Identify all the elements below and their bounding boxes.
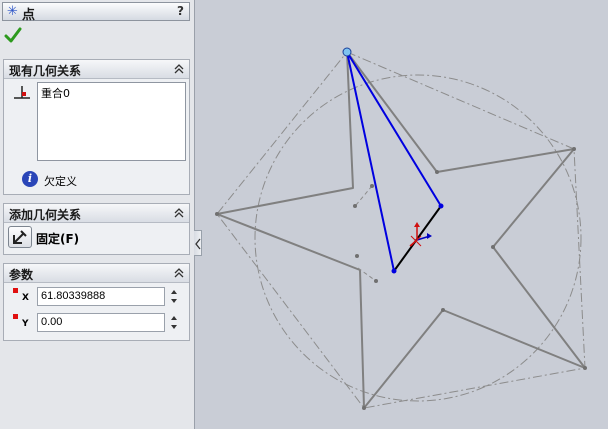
sketch-endpoint[interactable] <box>572 147 576 151</box>
y-coordinate-icon: Y <box>13 314 29 330</box>
list-item[interactable]: 重合0 <box>41 85 70 101</box>
collapse-icon[interactable] <box>173 267 185 279</box>
x-subscript: X <box>22 293 29 303</box>
fix-button[interactable] <box>8 226 32 248</box>
y-square-icon <box>13 314 18 319</box>
checkmark-icon[interactable] <box>4 26 22 44</box>
collapse-icon[interactable] <box>173 207 185 219</box>
sketch-endpoint[interactable] <box>435 170 439 174</box>
selected-line[interactable] <box>346 51 442 207</box>
existing-relations-section: 现有几何关系 重合0 i 欠定义 <box>3 59 190 195</box>
y-spinner[interactable] <box>168 313 180 332</box>
property-manager-panel: ✳ 点 ? 现有几何关系 重合0 i 欠定义 添加几何关系 固定(F) 参数 X… <box>0 0 195 429</box>
sketch-endpoint[interactable] <box>583 366 587 370</box>
sketch-canvas[interactable] <box>195 0 608 429</box>
sketch-endpoint[interactable] <box>491 245 495 249</box>
y-subscript: Y <box>22 319 29 329</box>
selected-point[interactable] <box>342 47 352 57</box>
title-bar: ✳ 点 ? <box>2 2 190 23</box>
info-icon: i <box>22 171 38 187</box>
fix-label[interactable]: 固定(F) <box>36 230 79 247</box>
parameters-title: 参数 <box>9 268 34 282</box>
y-coordinate-input[interactable]: 0.00 <box>37 313 165 332</box>
x-coordinate-input[interactable]: 61.80339888 <box>37 287 165 306</box>
relations-list[interactable]: 重合0 <box>37 82 186 161</box>
sketch-endpoint[interactable] <box>374 279 378 283</box>
x-coordinate-icon: X <box>13 288 29 304</box>
parameters-section: 参数 X 61.80339888 Y 0.00 <box>3 263 190 341</box>
collapse-icon[interactable] <box>173 63 185 75</box>
construction-fragment <box>355 185 377 282</box>
x-square-icon <box>13 288 18 293</box>
add-relations-title: 添加几何关系 <box>9 208 82 222</box>
line-endpoint[interactable] <box>391 268 397 274</box>
help-button[interactable]: ? <box>177 4 184 18</box>
add-relations-section: 添加几何关系 固定(F) <box>3 203 190 255</box>
line-endpoint[interactable] <box>438 203 444 209</box>
status-text: 欠定义 <box>44 175 77 188</box>
point-icon: ✳ <box>7 4 18 19</box>
sketch-endpoint[interactable] <box>441 308 445 312</box>
parameters-header[interactable]: 参数 <box>4 264 189 283</box>
sketch-endpoint[interactable] <box>355 254 359 258</box>
sketch-endpoint[interactable] <box>353 204 357 208</box>
fix-relation-icon <box>13 230 27 244</box>
existing-relations-title: 现有几何关系 <box>9 64 82 78</box>
relation-icon <box>14 86 30 99</box>
panel-title: 点 <box>22 8 36 23</box>
sketch-endpoint[interactable] <box>362 406 366 410</box>
sketch-endpoint[interactable] <box>215 212 219 216</box>
construction-pentagon[interactable] <box>216 51 586 409</box>
sketch-endpoint[interactable] <box>370 184 374 188</box>
add-relations-header[interactable]: 添加几何关系 <box>4 204 189 223</box>
existing-relations-header[interactable]: 现有几何关系 <box>4 60 189 79</box>
x-spinner[interactable] <box>168 287 180 306</box>
star-outline[interactable] <box>216 51 586 409</box>
